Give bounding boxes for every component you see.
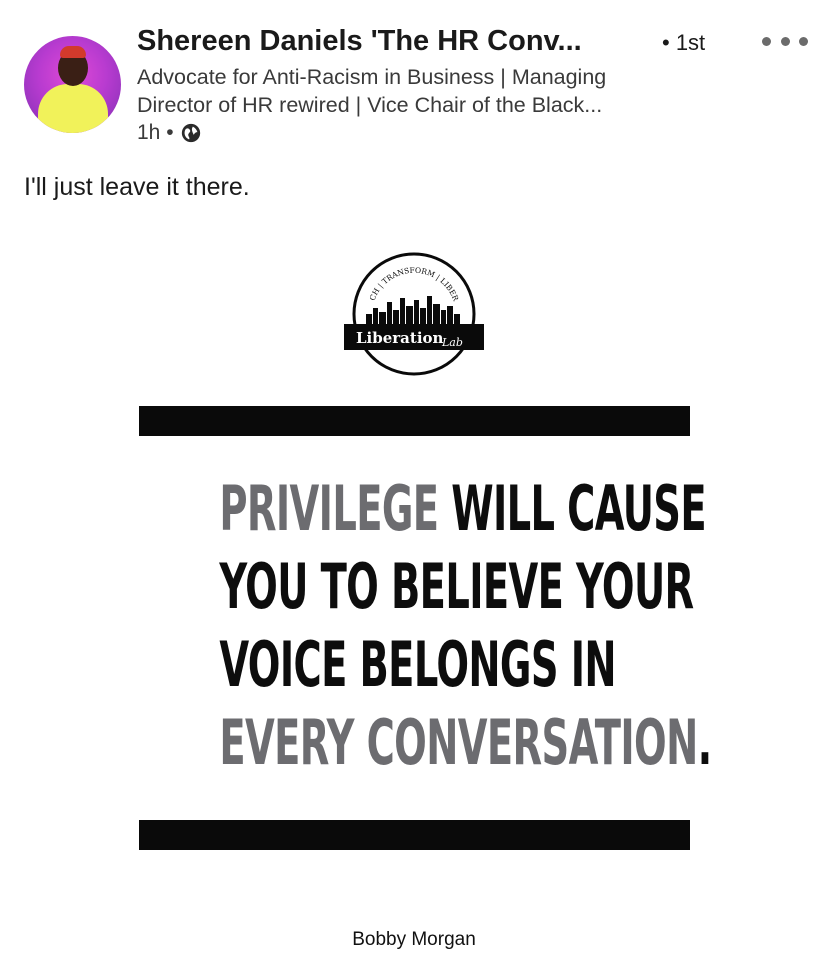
post-image[interactable]: TEACH | TRANSFORM | LIBERATE Liberation [0, 222, 828, 975]
post-time: 1h • [137, 121, 174, 144]
avatar-hoodie [38, 84, 108, 133]
post-body-text: I'll just leave it there. [24, 173, 250, 201]
post-meta: 1h • [137, 121, 202, 145]
more-dot-icon [799, 36, 808, 46]
logo-label-main: Liberation [356, 329, 444, 347]
liberation-lab-logo: TEACH | TRANSFORM | LIBERATE Liberation [344, 252, 484, 376]
quote-line-2: YOU TO BELIEVE YOUR [219, 550, 694, 623]
logo-label-script: Lab [441, 336, 463, 349]
feed-post: Shereen Daniels 'The HR Conv... • 1st Ad… [0, 0, 828, 975]
more-options-button[interactable] [762, 30, 808, 52]
divider-bar-top [139, 406, 690, 436]
quote-every-conversation: EVERY CONVERSATION [219, 706, 698, 779]
connection-degree: • 1st [662, 30, 706, 55]
headline-line-1: Advocate for Anti-Racism in Business | M… [137, 65, 607, 89]
quote-text: PRIVILEGE WILL CAUSE YOU TO BELIEVE YOUR… [219, 470, 712, 782]
author-avatar[interactable] [24, 36, 121, 133]
quote-word-privilege: PRIVILEGE [219, 472, 439, 545]
headline-line-2: Director of HR rewired | Vice Chair of t… [137, 93, 603, 117]
quote-credit: Bobby Morgan [352, 929, 476, 950]
author-headline: Advocate for Anti-Racism in Business | M… [137, 63, 777, 119]
author-name[interactable]: Shereen Daniels 'The HR Conv... [137, 25, 582, 58]
more-dot-icon [762, 36, 771, 46]
avatar-hair [60, 46, 86, 58]
globe-icon [181, 123, 200, 143]
divider-bar-bottom [139, 820, 690, 850]
more-dot-icon [780, 36, 790, 46]
quote-line-4: EVERY CONVERSATION. [219, 704, 712, 782]
quote-period: . [697, 706, 713, 779]
quote-line-1: PRIVILEGE WILL CAUSE [219, 470, 706, 548]
quote-line-3: VOICE BELONGS IN [219, 628, 616, 701]
quote-line-1-rest: WILL CAUSE [438, 472, 707, 545]
